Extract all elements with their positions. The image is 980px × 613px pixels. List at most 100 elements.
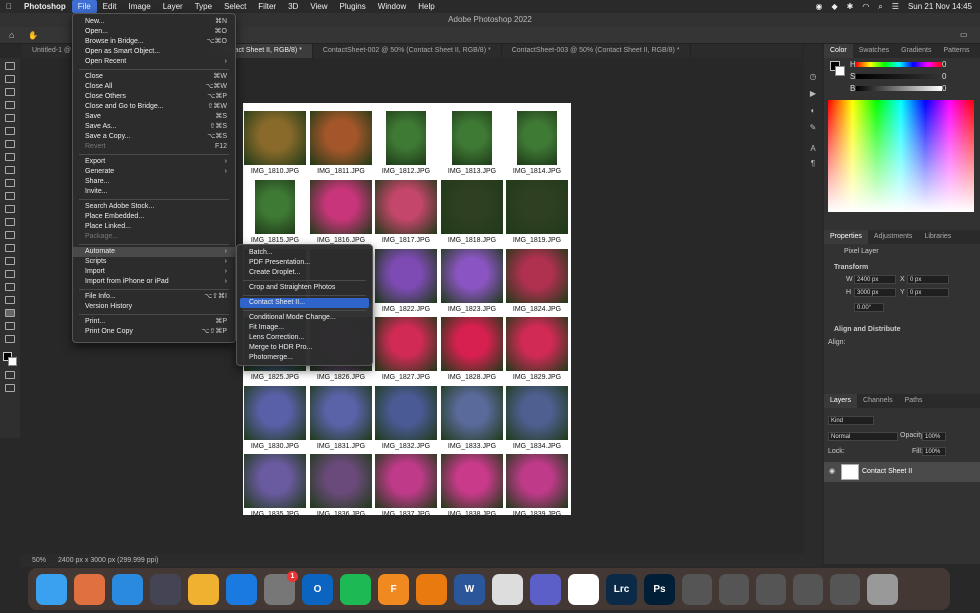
dock-finder-icon[interactable] <box>36 573 67 605</box>
width-field[interactable]: 2400 px <box>854 275 896 284</box>
eyedropper-tool-icon[interactable] <box>5 140 15 148</box>
menu-item-version-history[interactable]: Version History <box>73 302 235 312</box>
blur-tool-icon[interactable] <box>5 231 15 239</box>
dock-blender-icon[interactable] <box>416 573 447 605</box>
background-swatch[interactable] <box>835 66 845 76</box>
character-icon[interactable]: A <box>804 144 822 153</box>
hue-slider[interactable] <box>856 62 942 67</box>
edit-toolbar-icon[interactable] <box>5 335 15 343</box>
menu-layer[interactable]: Layer <box>157 0 189 13</box>
pen-tool-icon[interactable] <box>5 257 15 265</box>
dock-app-store-icon[interactable] <box>226 573 257 605</box>
tab-layers[interactable]: Layers <box>824 394 858 408</box>
dock-safari-icon[interactable] <box>112 573 143 605</box>
tab-contactsheet-003[interactable]: ContactSheet-003 @ 50% (Contact Sheet II… <box>502 44 691 58</box>
menu-item-search-adobe-stock[interactable]: Search Adobe Stock... <box>73 202 235 212</box>
dock-ps-icon[interactable]: Ps <box>644 573 675 605</box>
menu-item-generate[interactable]: Generate › <box>73 167 235 177</box>
dodge-tool-icon[interactable] <box>5 244 15 252</box>
quick-select-tool-icon[interactable] <box>5 101 15 109</box>
height-field[interactable]: 3000 px <box>854 288 896 297</box>
screen-mode-icon[interactable] <box>5 384 15 392</box>
dock-outlook-icon[interactable]: O <box>302 573 333 605</box>
dock-chrome-icon[interactable] <box>568 573 599 605</box>
menu-item-place-linked[interactable]: Place Linked... <box>73 222 235 232</box>
brush-tool-icon[interactable] <box>5 166 15 174</box>
tab-color[interactable]: Color <box>824 44 853 58</box>
visibility-eye-icon[interactable]: ◉ <box>829 467 835 475</box>
color-spectrum[interactable] <box>828 100 974 212</box>
menu-item-save[interactable]: Save ⌘S <box>73 112 235 122</box>
paragraph-icon[interactable]: ¶ <box>804 159 822 168</box>
healing-tool-icon[interactable] <box>5 153 15 161</box>
h-value[interactable]: 0 <box>942 60 946 69</box>
menu-item-close-others[interactable]: Close Others ⌥⌘P <box>73 92 235 102</box>
tab-channels[interactable]: Channels <box>857 394 899 408</box>
blend-mode-select[interactable]: Normal <box>828 432 898 441</box>
menu-window[interactable]: Window <box>372 0 412 13</box>
dock-pen-icon[interactable] <box>492 573 523 605</box>
opacity-field[interactable]: 100% <box>922 432 946 441</box>
menu-item-place-embedded[interactable]: Place Embedded... <box>73 212 235 222</box>
menu-item-file-info[interactable]: File Info... ⌥⇧⌘I <box>73 292 235 302</box>
menu-file[interactable]: File <box>71 0 97 13</box>
frame-tool-icon[interactable] <box>5 127 15 135</box>
submenu-item-fit-image[interactable]: Fit Image... <box>237 323 372 333</box>
dock-fusion-360-icon[interactable]: F <box>378 573 409 605</box>
menu-item-print[interactable]: Print... ⌘P <box>73 317 235 327</box>
x-field[interactable]: 0 px <box>907 275 949 284</box>
tab-patterns[interactable]: Patterns <box>937 44 975 58</box>
menu-item-close-all[interactable]: Close All ⌥⌘W <box>73 82 235 92</box>
dock-system-preferences-icon[interactable]: 1 <box>264 570 298 605</box>
move-tool-icon[interactable] <box>5 62 15 70</box>
menu-item-save-a-copy[interactable]: Save a Copy... ⌥⌘S <box>73 132 235 142</box>
layer-name[interactable]: Contact Sheet II <box>862 468 912 475</box>
menu-edit[interactable]: Edit <box>97 0 123 13</box>
hand-tool-icon[interactable] <box>5 309 15 317</box>
adjust-icon[interactable]: ◐ <box>804 106 822 115</box>
dock-preview-icon[interactable] <box>150 573 181 605</box>
menu-image[interactable]: Image <box>122 0 156 13</box>
marquee-tool-icon[interactable] <box>5 75 15 83</box>
menu-item-browse-in-bridge[interactable]: Browse in Bridge... ⌥⌘O <box>73 37 235 47</box>
submenu-item-merge-to-hdr-pro[interactable]: Merge to HDR Pro... <box>237 343 372 353</box>
dock-window-thumbnail[interactable] <box>719 573 749 605</box>
menu-item-new[interactable]: New... ⌘N <box>73 17 235 27</box>
play-icon[interactable]: ▶ <box>804 89 822 98</box>
submenu-item-lens-correction[interactable]: Lens Correction... <box>237 333 372 343</box>
dock-window-thumbnail[interactable] <box>756 573 786 605</box>
tab-swatches[interactable]: Swatches <box>853 44 895 58</box>
menu-help[interactable]: Help <box>412 0 440 13</box>
zoom-level[interactable]: 50% <box>32 557 46 564</box>
tab-gradients[interactable]: Gradients <box>895 44 937 58</box>
menu-filter[interactable]: Filter <box>252 0 282 13</box>
dock-word-icon[interactable]: W <box>454 573 485 605</box>
dock-window-thumbnail[interactable] <box>830 573 860 605</box>
clock[interactable]: Sun 21 Nov 14:45 <box>908 2 972 11</box>
dock-teams-icon[interactable] <box>530 573 561 605</box>
submenu-item-pdf-presentation[interactable]: PDF Presentation... <box>237 258 372 268</box>
menu-item-export[interactable]: Export › <box>73 157 235 167</box>
menu-item-close-and-go-to-bridge[interactable]: Close and Go to Bridge... ⇧⌘W <box>73 102 235 112</box>
color-swatches[interactable] <box>3 352 17 366</box>
dock-window-thumbnail[interactable] <box>793 573 823 605</box>
submenu-item-batch[interactable]: Batch... <box>237 248 372 258</box>
menu-view[interactable]: View <box>304 0 333 13</box>
menu-select[interactable]: Select <box>218 0 252 13</box>
dock-spotify-icon[interactable] <box>340 573 371 605</box>
menu-item-print-one-copy[interactable]: Print One Copy ⌥⇧⌘P <box>73 327 235 337</box>
home-icon[interactable]: ⌂ <box>9 30 14 40</box>
crop-tool-icon[interactable] <box>5 114 15 122</box>
menu-item-invite[interactable]: Invite... <box>73 187 235 197</box>
brush-settings-icon[interactable]: ✎ <box>804 123 822 132</box>
control-center-icon[interactable]: ☰ <box>892 2 899 11</box>
menu-item-automate[interactable]: Automate › <box>73 247 235 257</box>
s-value[interactable]: 0 <box>942 72 946 81</box>
submenu-item-conditional-mode-change[interactable]: Conditional Mode Change... <box>237 313 372 323</box>
tab-adjustments[interactable]: Adjustments <box>868 230 919 244</box>
menu-type[interactable]: Type <box>189 0 218 13</box>
zoom-tool-icon[interactable] <box>5 322 15 330</box>
tab-properties[interactable]: Properties <box>824 230 868 244</box>
tab-libraries[interactable]: Libraries <box>918 230 957 244</box>
fill-field[interactable]: 100% <box>922 447 946 456</box>
